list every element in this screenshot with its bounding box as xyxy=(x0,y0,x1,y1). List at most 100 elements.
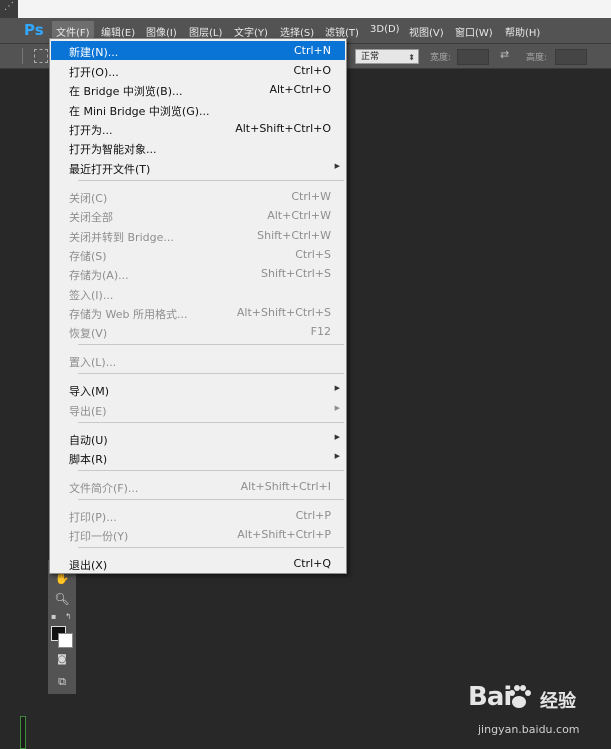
menu-item-label: 脚本(R) xyxy=(69,453,108,466)
menu-item-label: 导入(M) xyxy=(69,385,110,398)
tools-panel: ✋ 🔍︎ ▪ ↰ ◙ ⧉ xyxy=(48,560,76,694)
submenu-arrow-icon: ▶ xyxy=(334,384,340,392)
options-grip xyxy=(22,48,23,64)
menu-item-label: 存储(S) xyxy=(69,250,107,263)
photoshop-logo: Ps xyxy=(24,21,44,39)
quick-mask-icon[interactable]: ◙ xyxy=(54,654,70,665)
swap-icon[interactable]: ⇄ xyxy=(500,48,509,61)
menu-item-close[interactable]: 关闭(C) Ctrl+W xyxy=(51,187,345,206)
menu-item-label: 自动(U) xyxy=(69,434,108,447)
menu-item-label: 在 Bridge 中浏览(B)... xyxy=(69,85,183,98)
menu-item-save-for-web[interactable]: 存储为 Web 所用格式... Alt+Shift+Ctrl+S xyxy=(51,303,345,322)
file-menu-dropdown: 新建(N)... Ctrl+N 打开(O)... Ctrl+O 在 Bridge… xyxy=(49,38,347,574)
menu-item-label: 存储为 Web 所用格式... xyxy=(69,308,188,321)
submenu-arrow-icon: ▶ xyxy=(334,452,340,460)
menu-item-shortcut: Ctrl+P xyxy=(295,509,331,522)
menu-item-shortcut: Shift+Ctrl+W xyxy=(257,229,331,242)
menu-item-label: 打开(O)... xyxy=(69,66,119,79)
menu-item-label: 退出(X) xyxy=(69,559,108,572)
menu-item-shortcut: Alt+Ctrl+O xyxy=(269,83,331,96)
menu-item-open-smart-object[interactable]: 打开为智能对象... xyxy=(51,138,345,157)
menu-item-import[interactable]: 导入(M) ▶ xyxy=(51,380,345,399)
menu-item-label: 关闭(C) xyxy=(69,192,108,205)
menu-item-place[interactable]: 置入(L)... xyxy=(51,351,345,370)
menu-item-label: 打开为智能对象... xyxy=(69,143,157,156)
menu-item-recent-files[interactable]: 最近打开文件(T) ▶ xyxy=(51,158,345,177)
height-label: 高度: xyxy=(526,53,548,63)
menu-window[interactable]: 窗口(W) xyxy=(455,24,493,39)
menu-item-export[interactable]: 导出(E) ▶ xyxy=(51,400,345,419)
menu-item-shortcut: Alt+Shift+Ctrl+S xyxy=(236,306,331,319)
menu-separator xyxy=(78,344,344,345)
menu-image[interactable]: 图像(I) xyxy=(146,24,177,39)
style-select[interactable]: 正常 ⬍ xyxy=(355,49,419,64)
menu-item-label: 关闭并转到 Bridge... xyxy=(69,231,174,244)
menu-item-browse-bridge[interactable]: 在 Bridge 中浏览(B)... Alt+Ctrl+O xyxy=(51,80,345,99)
menu-item-automate[interactable]: 自动(U) ▶ xyxy=(51,429,345,448)
menu-filter[interactable]: 滤镜(T) xyxy=(325,24,359,39)
menu-item-label: 恢复(V) xyxy=(69,327,108,340)
menu-item-open-as[interactable]: 打开为... Alt+Shift+Ctrl+O xyxy=(51,119,345,138)
menu-edit[interactable]: 编辑(E) xyxy=(101,24,135,39)
style-select-value: 正常 xyxy=(361,52,380,62)
window-top-strip: ⋰ xyxy=(0,0,611,18)
menu-item-open[interactable]: 打开(O)... Ctrl+O xyxy=(51,61,345,80)
marquee-tool-icon[interactable] xyxy=(34,49,48,63)
menu-item-print-one-copy[interactable]: 打印一份(Y) Alt+Shift+Ctrl+P xyxy=(51,525,345,544)
width-field[interactable] xyxy=(457,49,489,65)
menu-separator xyxy=(78,499,344,500)
menu-item-browse-mini-bridge[interactable]: 在 Mini Bridge 中浏览(G)... xyxy=(51,100,345,119)
baidu-watermark: Bai 经验 jingyan.baidu.com xyxy=(468,682,608,746)
menu-item-label: 置入(L)... xyxy=(69,356,117,369)
screen-mode-icon[interactable]: ⧉ xyxy=(54,675,70,689)
menu-item-label: 在 Mini Bridge 中浏览(G)... xyxy=(69,105,210,118)
menu-item-shortcut: Ctrl+W xyxy=(291,190,331,203)
menu-item-print[interactable]: 打印(P)... Ctrl+P xyxy=(51,506,345,525)
background-color-swatch[interactable] xyxy=(58,633,73,648)
menu-item-save-as[interactable]: 存储为(A)... Shift+Ctrl+S xyxy=(51,264,345,283)
watermark-jingyan-text: 经验 xyxy=(540,691,576,712)
menu-item-label: 新建(N)... xyxy=(69,46,119,59)
width-label: 宽度: xyxy=(430,53,452,63)
menu-item-label: 打印一份(Y) xyxy=(69,530,129,543)
menu-item-label: 文件简介(F)... xyxy=(69,482,139,495)
submenu-arrow-icon: ▶ xyxy=(334,404,340,412)
menu-item-shortcut: Shift+Ctrl+S xyxy=(261,267,331,280)
paw-icon xyxy=(509,685,531,708)
menu-layer[interactable]: 图层(L) xyxy=(189,24,222,39)
menu-view[interactable]: 视图(V) xyxy=(409,24,444,39)
menu-separator xyxy=(78,373,344,374)
menu-item-file-info[interactable]: 文件简介(F)... Alt+Shift+Ctrl+I xyxy=(51,477,345,496)
menu-separator xyxy=(78,422,344,423)
menu-type[interactable]: 文字(Y) xyxy=(234,24,268,39)
menu-item-save[interactable]: 存储(S) Ctrl+S xyxy=(51,245,345,264)
chevron-down-icon: ⬍ xyxy=(408,53,415,62)
menu-item-label: 关闭全部 xyxy=(69,211,113,224)
menu-item-scripts[interactable]: 脚本(R) ▶ xyxy=(51,448,345,467)
menu-separator xyxy=(78,547,344,548)
window-corner: ⋰ xyxy=(0,0,18,18)
menu-item-check-in[interactable]: 签入(I)... xyxy=(51,284,345,303)
menu-separator xyxy=(78,180,344,181)
menu-item-shortcut: F12 xyxy=(310,325,331,338)
menu-item-exit[interactable]: 退出(X) Ctrl+Q xyxy=(51,554,345,573)
menu-item-close-all[interactable]: 关闭全部 Alt+Ctrl+W xyxy=(51,206,345,225)
menu-item-shortcut: Alt+Shift+Ctrl+P xyxy=(237,528,331,541)
swap-colors-icon[interactable]: ↰ xyxy=(65,612,72,621)
default-colors-icon[interactable]: ▪ xyxy=(51,612,56,621)
menu-item-new[interactable]: 新建(N)... Ctrl+N xyxy=(51,41,345,60)
zoom-tool-icon[interactable]: 🔍︎ xyxy=(54,592,70,606)
menu-item-label: 打印(P)... xyxy=(69,511,117,524)
watermark-url: jingyan.baidu.com xyxy=(478,723,580,736)
height-field[interactable] xyxy=(555,49,587,65)
menu-3d[interactable]: 3D(D) xyxy=(370,24,400,35)
menu-item-revert[interactable]: 恢复(V) F12 xyxy=(51,322,345,341)
menu-help[interactable]: 帮助(H) xyxy=(505,24,540,39)
menu-item-shortcut: Alt+Shift+Ctrl+O xyxy=(235,122,331,135)
menu-item-shortcut: Ctrl+Q xyxy=(293,557,331,570)
menu-select[interactable]: 选择(S) xyxy=(280,24,314,39)
menu-item-close-go-bridge[interactable]: 关闭并转到 Bridge... Shift+Ctrl+W xyxy=(51,226,345,245)
menu-item-label: 导出(E) xyxy=(69,405,107,418)
menu-item-label: 签入(I)... xyxy=(69,289,114,302)
menu-item-shortcut: Alt+Shift+Ctrl+I xyxy=(240,480,331,493)
